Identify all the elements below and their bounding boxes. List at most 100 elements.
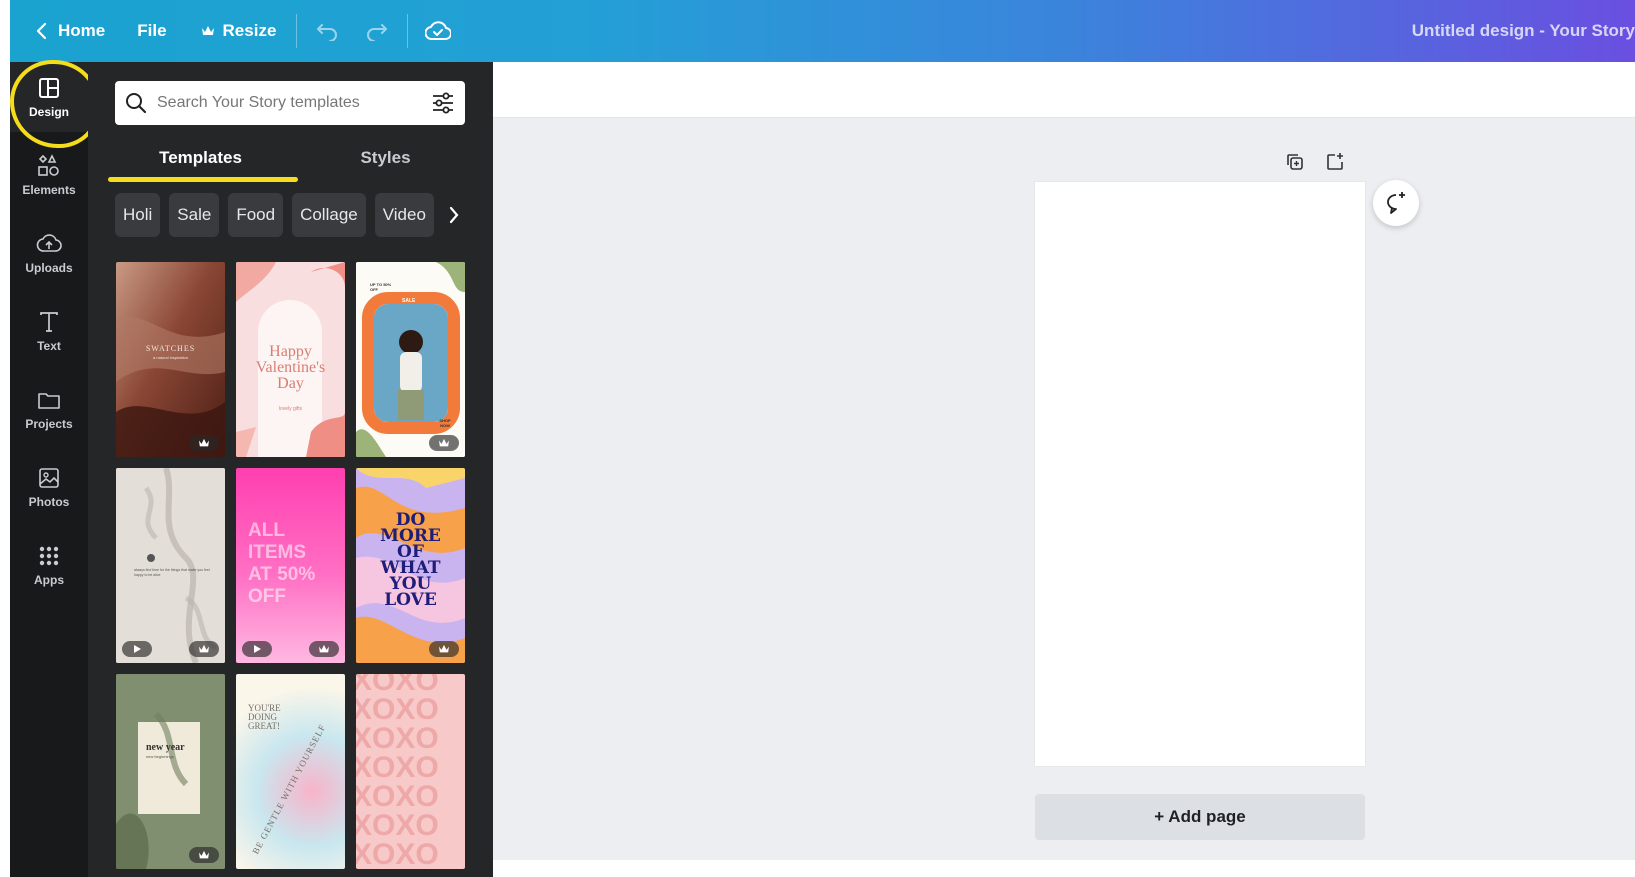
template-text-line: XOXO [356,751,439,784]
crown-icon [199,850,209,859]
template-text-line: AT 50% [248,564,316,585]
template-search-input[interactable] [157,81,431,125]
template-thumbnail[interactable]: UP TO 50% OFF SALE SHOP NOW [356,262,465,457]
chip-sale[interactable]: Sale [169,193,220,237]
premium-badge [429,641,459,657]
design-title[interactable]: Untitled design - Your Story [1412,0,1635,62]
home-button[interactable]: Home [24,11,115,51]
template-thumbnail[interactable]: new year new beginnings [116,674,225,869]
chevron-left-icon [36,22,47,40]
rail-label: Text [37,339,61,353]
rail-item-design[interactable]: Design [10,62,88,132]
rail-label: Elements [22,183,76,197]
layout-icon [39,78,59,98]
rail-item-apps[interactable]: Apps [10,530,88,600]
tab-styles[interactable]: Styles [293,142,478,178]
template-text: lovely gifts [278,406,303,412]
template-thumbnail[interactable]: XOXO XOXO XOXO XOXO XOXO XOXO XOXO [356,674,465,869]
template-text-line: XOXO [356,674,439,697]
template-text: new year [146,742,185,753]
crown-icon [199,644,209,653]
left-rail: Design Elements Uploads Text Projects Ph… [10,60,100,877]
template-text-line: LOVE [384,590,437,610]
top-bar: Home File Resize Untitled design - Your … [10,0,1635,62]
canvas-area: + Add page [493,118,1635,877]
chip-holi[interactable]: Holi [115,193,161,237]
template-search-box [115,81,465,125]
chip-food[interactable]: Food [228,193,284,237]
premium-badge [429,435,459,451]
template-thumbnail[interactable]: DO MORE OF WHAT YOU LOVE [356,468,465,663]
premium-badge [189,847,219,863]
template-thumbnail[interactable]: SWATCHES a natural inspiration [116,262,225,457]
tab-templates[interactable]: Templates [108,142,298,182]
template-text: a natural inspiration [153,355,188,360]
rail-item-elements[interactable]: Elements [10,140,88,210]
chevron-right-icon [449,206,459,224]
cloud-check-icon [425,21,452,40]
template-preview-art [116,674,225,869]
template-text: SHOP NOW [439,418,451,428]
crown-icon [439,438,449,447]
template-text-line: Happy [269,343,312,360]
template-text: DO MORE OF WHAT YOU LOVE [356,512,465,610]
template-thumbnail[interactable]: YOU'RE DOING GREAT! BE GENTLE WITH YOURS… [236,674,345,869]
folder-icon [38,393,60,409]
premium-badge [309,641,339,657]
template-preview-art [116,468,225,663]
panel-tabs: Templates Styles [108,142,478,182]
rail-item-projects[interactable]: Projects [10,374,88,444]
template-text: new beginnings [146,754,174,759]
file-label: File [137,21,167,40]
toolbar-divider [407,14,409,48]
play-icon [134,645,141,653]
add-comment-button[interactable] [1373,180,1419,226]
premium-badge [189,641,219,657]
rail-label: Projects [25,417,73,431]
duplicate-icon [1287,154,1303,170]
chip-collage[interactable]: Collage [292,193,366,237]
add-page-button[interactable]: + Add page [1035,794,1365,840]
template-text: SWATCHES [145,344,196,353]
duplicate-page-button[interactable] [1283,150,1307,174]
chips-next-button[interactable] [443,193,465,237]
chip-video[interactable]: Video [374,193,434,237]
undo-icon [317,24,338,41]
filter-sliders-icon[interactable] [431,92,455,114]
template-text-line: XOXO [356,809,439,842]
template-text-line: XOXO [356,722,439,755]
template-text-line: XOXO [356,838,439,870]
rail-item-uploads[interactable]: Uploads [10,218,88,288]
home-label: Home [58,21,106,40]
video-badge [122,641,152,657]
add-page-icon-button[interactable] [1323,150,1347,174]
file-menu-button[interactable]: File [127,11,176,51]
template-text-line: ALL [248,520,285,541]
rail-item-photos[interactable]: Photos [10,452,88,522]
image-icon [39,468,59,488]
redo-icon [367,24,388,41]
cloud-upload-icon [36,234,62,252]
template-text: XOXO XOXO XOXO XOXO XOXO XOXO XOXO [356,674,465,869]
video-badge [242,641,272,657]
rail-label: Apps [34,573,64,587]
rail-item-text[interactable]: Text [10,296,88,366]
resize-button[interactable]: Resize [191,11,287,51]
add-page-icon [1327,153,1343,170]
template-thumbnail[interactable]: always find time for the things that mak… [116,468,225,663]
search-icon [126,93,147,114]
redo-button[interactable] [357,11,397,51]
template-text-line: ITEMS [248,542,307,563]
template-thumbnail[interactable]: ALL ITEMS AT 50% OFF [236,468,345,663]
template-thumbnail[interactable]: Happy Valentine's Day lovely gifts [236,262,345,457]
template-text-line: Valentine's [255,359,326,376]
save-status-button[interactable] [418,11,458,51]
toolbar-divider [296,14,298,48]
undo-button[interactable] [307,11,347,51]
design-page[interactable] [1035,182,1365,766]
page-actions [1283,150,1347,174]
template-text: always find time for the things that mak… [134,568,210,577]
design-panel: Templates Styles Holi Sale Food Collage … [88,62,493,877]
crown-icon [439,644,449,653]
rail-label: Photos [28,495,70,509]
